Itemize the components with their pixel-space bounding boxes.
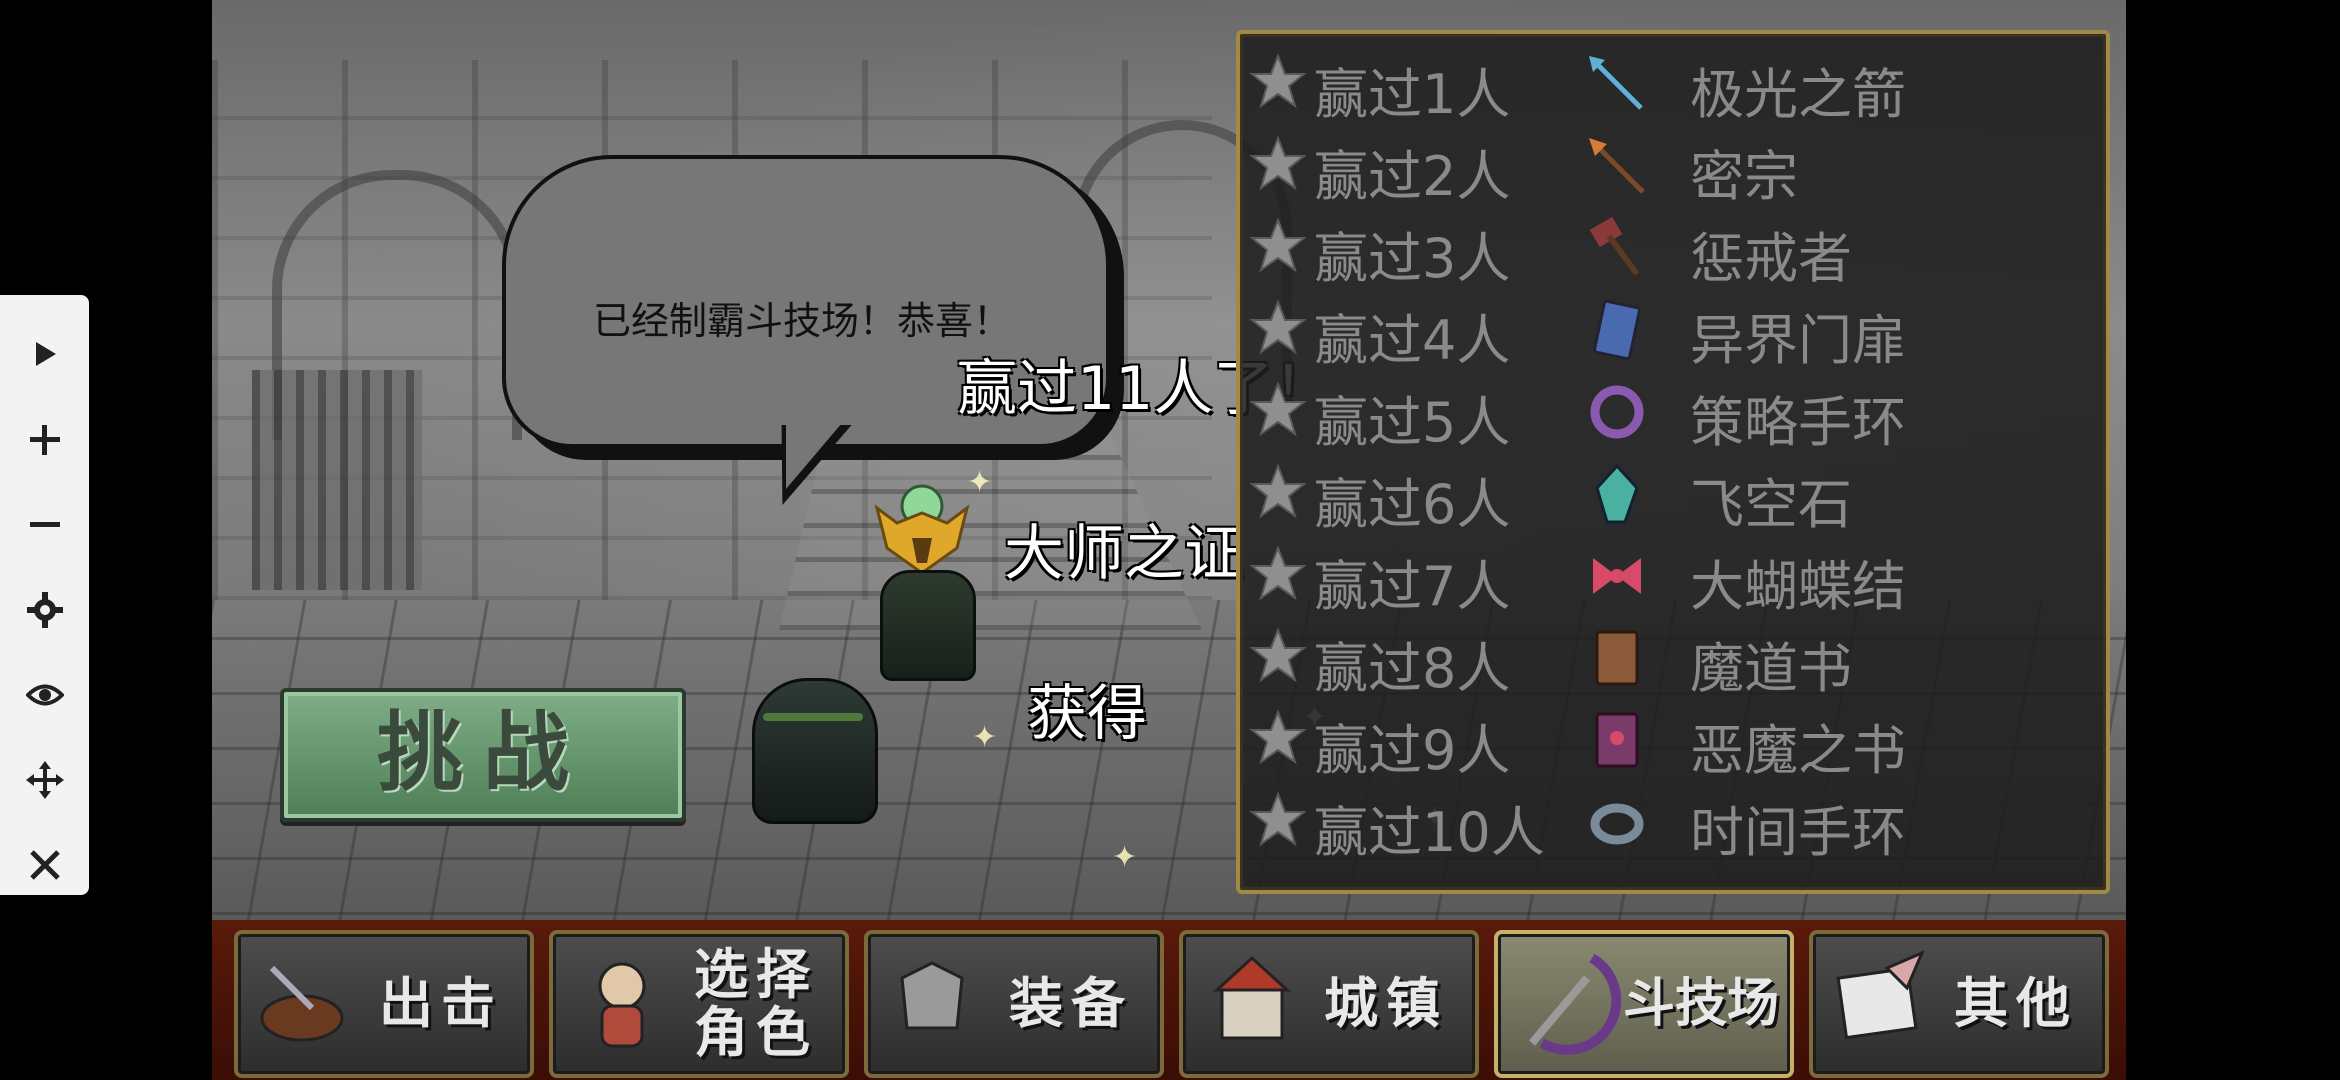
reward-row: 赢过4人 异界门扉 [1240,290,2106,372]
sparkle-effect: ✦ [967,465,993,500]
star-icon [1249,463,1307,519]
reward-condition: 赢过1人 [1314,63,1511,126]
sparkle-effect: ✦ [1112,840,1138,875]
gear-icon [26,591,63,628]
minus-icon [29,521,60,527]
reward-item: 飞空石 [1690,473,1852,536]
master-trophy-icon [874,484,970,575]
eye-button[interactable] [0,652,89,737]
player-character [752,678,878,824]
star-icon [1249,627,1307,683]
reward-item: 惩戒者 [1690,227,1852,290]
sortie-icon [260,965,344,1042]
reward-condition: 赢过4人 [1314,309,1511,372]
star-icon [1249,381,1307,437]
demon-book-icon [1595,712,1639,768]
reward-row: 赢过3人 惩戒者 [1240,208,2106,290]
reward-item: 恶魔之书 [1690,719,1906,782]
reward-item: 策略手环 [1690,391,1906,454]
champion-character [880,570,976,681]
reward-row: 赢过7人 大蝴蝶结 [1240,536,2106,618]
star-icon [1249,135,1307,191]
menu-button-label: 装备 [1009,972,1133,1035]
play-button[interactable] [0,312,89,397]
spear-icon [1589,138,1645,194]
reward-item: 异界门扉 [1690,309,1906,372]
reward-list-panel: 赢过1人 极光之箭 赢过2人 密宗 赢过3人 惩戒者 赢过4人 异界门扉 赢过5… [1236,30,2110,894]
gear-button[interactable] [0,567,89,652]
reward-condition: 赢过7人 [1314,555,1511,618]
arrow-icon [1589,56,1643,110]
reward-item: 魔道书 [1690,637,1852,700]
reward-condition: 赢过8人 [1314,637,1511,700]
star-icon [1249,791,1307,847]
reward-row: 赢过5人 策略手环 [1240,372,2106,454]
play-icon [35,341,56,366]
reward-item-name: 大师之证 [1004,519,1244,589]
speech-bubble-text: 已经制霸斗技场！恭喜！ [592,299,1011,343]
time-bracelet-icon [1590,803,1644,845]
menu-button-label: 城镇 [1324,972,1448,1035]
reward-item: 极光之箭 [1690,63,1906,126]
reward-item: 大蝴蝶结 [1690,555,1906,618]
minus-button[interactable] [0,482,89,567]
sparkle-effect: ✦ [972,720,998,755]
plus-icon [29,424,60,455]
reward-row: 赢过2人 密宗 [1240,126,2106,208]
town-icon [1213,955,1291,1040]
menu-button-label: 其他 [1954,972,2078,1035]
book-icon [1595,630,1639,686]
reward-condition: 赢过10人 [1314,801,1545,864]
close-button[interactable] [0,822,89,907]
reward-condition: 赢过6人 [1314,473,1511,536]
menu-button-other[interactable]: 其他 [1809,930,2109,1078]
arena-icon [1528,953,1622,1055]
reward-row: 赢过6人 飞空石 [1240,454,2106,536]
menu-button-sortie[interactable]: 出击 [234,930,534,1078]
reward-item: 密宗 [1690,145,1798,208]
reward-row: 赢过10人 时间手环 [1240,782,2106,864]
menu-button-label: 选择 角色 [694,943,818,1064]
ribbon-icon [1593,558,1641,594]
hammer-icon [1589,216,1640,276]
reward-row: 赢过9人 恶魔之书 [1240,700,2106,782]
eye-icon [25,684,64,705]
move-button[interactable] [0,737,89,822]
star-icon [1249,217,1307,273]
card-icon [1593,299,1641,361]
reward-condition: 赢过9人 [1314,719,1511,782]
star-icon [1249,545,1307,601]
challenge-button-label: 挑战 [377,703,589,803]
reward-item: 时间手环 [1690,801,1906,864]
reward-row: 赢过8人 魔道书 [1240,618,2106,700]
menu-button-label: 出击 [379,972,503,1035]
star-icon [1249,709,1307,765]
menu-button-arena[interactable]: 斗技场 [1494,930,1794,1078]
gate-background [252,370,422,590]
move-icon [25,760,64,799]
control-toolbar [0,295,89,895]
reward-condition: 赢过3人 [1314,227,1511,290]
challenge-button[interactable]: 挑战 [280,688,686,822]
bottom-menu-bar: 出击 选择 角色 装备 城镇 斗技场 其他 [212,920,2126,1080]
reward-condition: 赢过2人 [1314,145,1511,208]
reward-row: 赢过1人 极光之箭 [1240,44,2106,126]
reward-condition: 赢过5人 [1314,391,1511,454]
obtained-label: 获得 [1027,679,1147,749]
menu-button-town[interactable]: 城镇 [1179,930,1479,1078]
character-select-icon [598,962,646,1048]
bracelet-icon [1590,385,1644,439]
menu-button-equipment[interactable]: 装备 [864,930,1164,1078]
menu-button-label: 斗技场 [1622,974,1779,1034]
game-scene: 已经制霸斗技场！恭喜！ 赢过11人了！ 大师之证 获得 ✦ ✦ ✦ ✦ ✦ 挑战… [212,0,2126,1080]
star-icon [1249,299,1307,355]
crystal-icon [1595,463,1639,524]
star-icon [1249,53,1307,109]
plus-button[interactable] [0,397,89,482]
menu-button-character-select[interactable]: 选择 角色 [549,930,849,1078]
equipment-icon [900,961,964,1030]
close-icon [29,849,60,880]
other-icon [1836,950,1925,1040]
